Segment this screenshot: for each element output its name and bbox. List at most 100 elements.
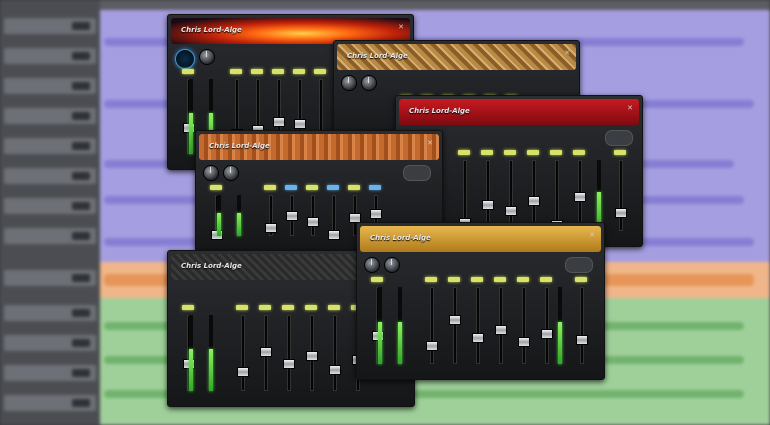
level-meter-fill: [189, 349, 193, 391]
fader-handle[interactable]: [307, 217, 319, 227]
fader-handle[interactable]: [495, 325, 507, 335]
fader-track: [509, 160, 513, 231]
fader-channel: [179, 303, 197, 401]
plugin-brand: Chris Lord-Alge: [181, 26, 242, 34]
knob-icon[interactable]: [361, 75, 377, 91]
plugin-window-gold[interactable]: Chris Lord-Alge ✕: [356, 222, 605, 380]
track-header[interactable]: [4, 198, 96, 214]
fader-channel: [303, 183, 321, 246]
plugin-header[interactable]: Chris Lord-Alge ✕: [337, 44, 576, 70]
track-list: [0, 0, 100, 425]
track-header[interactable]: [4, 48, 96, 64]
knob-icon[interactable]: [341, 75, 357, 91]
knob-icon[interactable]: [364, 257, 380, 273]
fader-handle[interactable]: [260, 347, 272, 357]
fader-handle[interactable]: [329, 365, 341, 375]
fader-handle[interactable]: [370, 209, 382, 219]
led-indicator: [575, 277, 587, 282]
daw-toolbar: [0, 0, 770, 10]
fader-handle[interactable]: [426, 341, 438, 351]
led-indicator: [182, 69, 194, 74]
knob-icon[interactable]: [203, 165, 219, 181]
fader-handle[interactable]: [286, 211, 298, 221]
close-icon[interactable]: ✕: [563, 49, 571, 57]
knob-icon[interactable]: [384, 257, 400, 273]
fader-channel: [468, 275, 486, 374]
fader-handle[interactable]: [482, 200, 494, 210]
level-meter-fill: [378, 321, 382, 364]
fader-handle[interactable]: [518, 337, 530, 347]
plugin-header[interactable]: Chris Lord-Alge ✕: [399, 99, 639, 125]
level-meter-fill: [237, 213, 241, 236]
plugin-header[interactable]: Chris Lord-Alge ✕: [360, 226, 601, 252]
close-icon[interactable]: ✕: [626, 104, 634, 112]
track-header[interactable]: [4, 78, 96, 94]
led-indicator: [259, 305, 271, 310]
fader-handle[interactable]: [505, 206, 517, 216]
led-indicator: [425, 277, 437, 282]
level-meter-fill: [189, 112, 193, 154]
led-indicator: [210, 185, 222, 190]
track-header[interactable]: [4, 18, 96, 34]
track-header[interactable]: [4, 365, 96, 381]
knob-icon[interactable]: [199, 49, 215, 65]
fader-handle[interactable]: [574, 192, 586, 202]
fader-handle[interactable]: [615, 208, 627, 218]
fader-handle[interactable]: [294, 119, 306, 129]
led-indicator: [314, 69, 326, 74]
plugin-brand: Chris Lord-Alge: [370, 234, 431, 242]
fader-channel: [261, 183, 279, 246]
fader-channel: [324, 183, 342, 246]
track-header[interactable]: [4, 138, 96, 154]
led-indicator: [264, 185, 276, 190]
fader-channel: [302, 303, 320, 401]
fader-handle[interactable]: [306, 351, 318, 361]
track-header[interactable]: [4, 305, 96, 321]
knob-icon[interactable]: [223, 165, 239, 181]
plugin-body: [360, 253, 601, 376]
track-header[interactable]: [4, 335, 96, 351]
fader-track: [241, 315, 245, 391]
led-indicator: [504, 150, 516, 155]
led-indicator: [327, 185, 339, 190]
level-meter: [378, 287, 382, 364]
fader-handle[interactable]: [541, 329, 553, 339]
led-indicator: [481, 150, 493, 155]
fader-handle[interactable]: [273, 117, 285, 127]
knob-icon[interactable]: [175, 49, 195, 69]
led-indicator: [293, 69, 305, 74]
level-meter: [209, 315, 213, 391]
plugin-brand: Chris Lord-Alge: [181, 262, 242, 270]
fader-handle[interactable]: [328, 230, 340, 240]
fader-handle[interactable]: [237, 367, 249, 377]
track-header[interactable]: [4, 228, 96, 244]
track-header[interactable]: [4, 108, 96, 124]
close-icon[interactable]: ✕: [426, 139, 434, 147]
plugin-header[interactable]: Chris Lord-Alge ✕: [199, 134, 439, 160]
led-indicator: [305, 305, 317, 310]
fader-handle[interactable]: [576, 335, 588, 345]
level-meter-fill: [558, 321, 562, 364]
level-meter-fill: [217, 213, 221, 236]
close-icon[interactable]: ✕: [588, 231, 596, 239]
fader-channel: [537, 275, 555, 374]
fader-channel: [422, 275, 440, 374]
led-indicator: [285, 185, 297, 190]
fader-handle[interactable]: [472, 333, 484, 343]
led-indicator: [517, 277, 529, 282]
track-header[interactable]: [4, 270, 96, 286]
plugin-brand: Chris Lord-Alge: [409, 107, 470, 115]
led-indicator: [573, 150, 585, 155]
track-header[interactable]: [4, 395, 96, 411]
fader-handle[interactable]: [528, 196, 540, 206]
fader-track: [619, 160, 623, 231]
fader-handle[interactable]: [265, 223, 277, 233]
fader-channel: [572, 275, 590, 374]
close-icon[interactable]: ✕: [397, 23, 405, 31]
fader-channel: [279, 303, 297, 401]
fader-handle[interactable]: [283, 359, 295, 369]
fader-handle[interactable]: [449, 315, 461, 325]
level-meter: [398, 287, 402, 364]
track-header[interactable]: [4, 168, 96, 184]
fader-track: [430, 287, 434, 364]
